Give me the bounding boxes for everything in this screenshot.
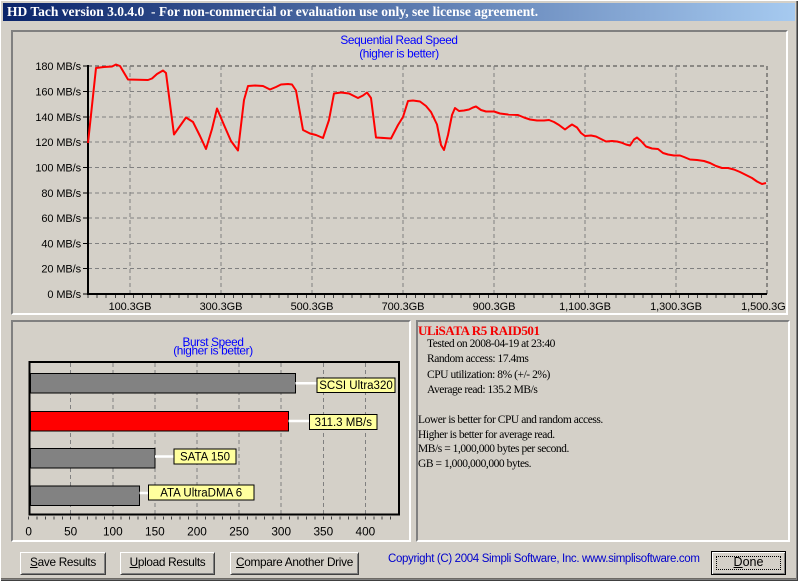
svg-text:300.3GB: 300.3GB: [200, 301, 243, 313]
svg-text:160 MB/s: 160 MB/s: [35, 87, 81, 99]
svg-text:700.3GB: 700.3GB: [382, 301, 425, 313]
svg-text:100 MB/s: 100 MB/s: [35, 162, 81, 174]
svg-text:250: 250: [229, 525, 249, 539]
svg-text:1,100.3GB: 1,100.3GB: [559, 301, 611, 313]
svg-text:60 MB/s: 60 MB/s: [41, 213, 81, 225]
svg-text:150: 150: [145, 525, 165, 539]
svg-text:SCSI Ultra320: SCSI Ultra320: [319, 380, 393, 392]
svg-text:180 MB/s: 180 MB/s: [35, 61, 81, 73]
svg-text:(higher is better): (higher is better): [173, 344, 253, 358]
svg-text:311.3 MB/s: 311.3 MB/s: [315, 417, 373, 429]
svg-text:0: 0: [25, 525, 32, 539]
svg-text:140 MB/s: 140 MB/s: [35, 112, 81, 124]
svg-text:Sequential Read Speed: Sequential Read Speed: [340, 33, 457, 47]
svg-text:300: 300: [271, 525, 291, 539]
svg-text:100: 100: [103, 525, 123, 539]
svg-text:80 MB/s: 80 MB/s: [41, 188, 81, 200]
svg-text:500.3GB: 500.3GB: [291, 301, 334, 313]
svg-text:400: 400: [356, 525, 376, 539]
svg-text:100.3GB: 100.3GB: [109, 301, 152, 313]
svg-text:350: 350: [313, 525, 333, 539]
svg-text:200: 200: [187, 525, 207, 539]
svg-text:900.3GB: 900.3GB: [473, 301, 516, 313]
svg-text:0 MB/s: 0 MB/s: [47, 289, 81, 301]
svg-text:20 MB/s: 20 MB/s: [41, 264, 81, 276]
svg-text:SATA 150: SATA 150: [180, 452, 230, 464]
svg-text:ATA UltraDMA 6: ATA UltraDMA 6: [160, 488, 242, 500]
svg-text:50: 50: [64, 525, 78, 539]
svg-text:(higher is better): (higher is better): [359, 47, 439, 61]
svg-text:40 MB/s: 40 MB/s: [41, 238, 81, 250]
svg-text:120 MB/s: 120 MB/s: [35, 137, 81, 149]
svg-text:1,300.3GB: 1,300.3GB: [650, 301, 702, 313]
svg-text:1,500.3GB: 1,500.3GB: [741, 301, 786, 313]
